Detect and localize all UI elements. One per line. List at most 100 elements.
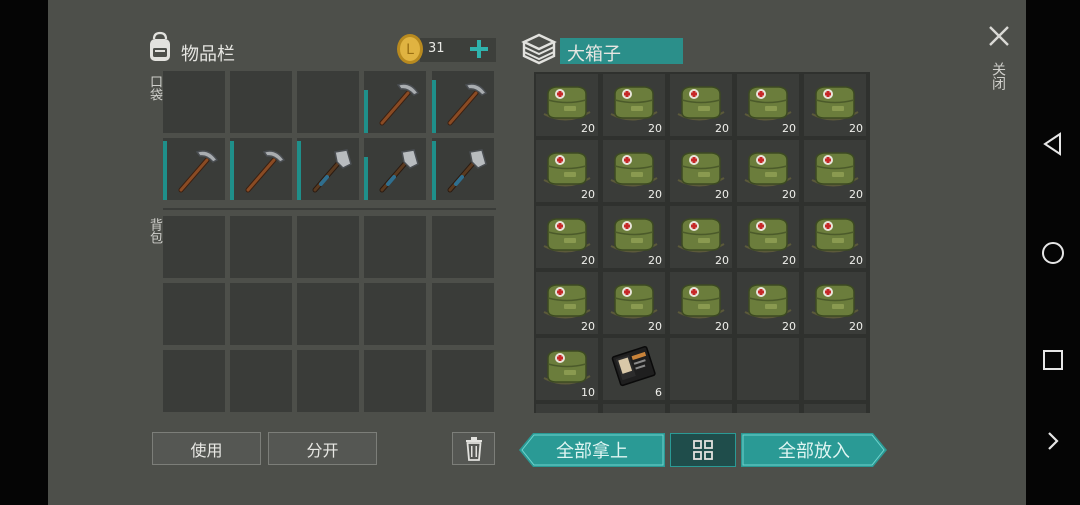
box-slot[interactable] xyxy=(603,404,665,413)
pocket-slot[interactable] xyxy=(364,71,426,133)
durability-bar xyxy=(230,141,234,200)
trash-button[interactable] xyxy=(452,432,495,465)
pocket-slot[interactable] xyxy=(230,71,292,133)
box-slot[interactable]: 20 xyxy=(804,272,866,334)
stack-count: 10 xyxy=(581,386,595,399)
box-slot[interactable]: 20 xyxy=(737,272,799,334)
stack-count: 20 xyxy=(715,254,729,267)
recent-square-icon[interactable] xyxy=(1042,349,1064,371)
box-slot[interactable] xyxy=(737,404,799,413)
box-slot[interactable]: 20 xyxy=(670,74,732,136)
box-slot[interactable]: 10 xyxy=(536,338,598,400)
sort-icon xyxy=(692,439,714,461)
box-slot[interactable]: 20 xyxy=(737,140,799,202)
hatchet-icon xyxy=(436,142,492,198)
stack-count: 20 xyxy=(782,254,796,267)
backpack-slot[interactable] xyxy=(364,216,426,278)
backpack-slot[interactable] xyxy=(432,216,494,278)
pocket-slot[interactable] xyxy=(230,138,292,200)
box-slot[interactable]: 20 xyxy=(670,206,732,268)
pocket-slot[interactable] xyxy=(364,138,426,200)
chevron-right-icon[interactable] xyxy=(1045,430,1061,452)
box-slot[interactable]: 20 xyxy=(536,140,598,202)
home-circle-icon[interactable] xyxy=(1041,241,1065,265)
box-slot[interactable]: 20 xyxy=(536,272,598,334)
backpack-slot[interactable] xyxy=(364,350,426,412)
stack-count: 20 xyxy=(849,122,863,135)
stack-count: 20 xyxy=(648,254,662,267)
backpack-slot[interactable] xyxy=(364,283,426,345)
medkit-icon xyxy=(674,276,728,326)
stack-count: 20 xyxy=(648,188,662,201)
backpack-slot[interactable] xyxy=(163,350,225,412)
pocket-slot[interactable] xyxy=(432,71,494,133)
backpack-slot[interactable] xyxy=(297,216,359,278)
medkit-icon xyxy=(607,276,661,326)
box-slot[interactable]: 20 xyxy=(603,140,665,202)
box-slot[interactable]: 20 xyxy=(536,206,598,268)
stack-count: 20 xyxy=(849,320,863,333)
box-slot[interactable]: 20 xyxy=(536,74,598,136)
box-slot[interactable]: 20 xyxy=(804,206,866,268)
backpack-slot[interactable] xyxy=(432,283,494,345)
box-slot[interactable]: 20 xyxy=(670,140,732,202)
medkit-icon xyxy=(741,210,795,260)
stack-count: 20 xyxy=(648,122,662,135)
medkit-icon xyxy=(808,78,862,128)
backpack-slot[interactable] xyxy=(230,350,292,412)
backpack-slot[interactable] xyxy=(297,350,359,412)
sort-button[interactable] xyxy=(670,433,736,467)
backpack-slot[interactable] xyxy=(297,283,359,345)
medkit-icon xyxy=(808,210,862,260)
split-button[interactable]: 分开 xyxy=(268,432,377,465)
use-button[interactable]: 使用 xyxy=(152,432,261,465)
box-slot[interactable] xyxy=(536,404,598,413)
medkit-icon xyxy=(808,144,862,194)
plus-icon[interactable] xyxy=(468,37,490,61)
close-icon xyxy=(987,24,1011,48)
box-slot[interactable]: 20 xyxy=(603,74,665,136)
backpack-slot[interactable] xyxy=(230,283,292,345)
put-all-label: 全部放入 xyxy=(778,441,850,462)
put-all-button[interactable]: 全部放入 xyxy=(741,433,887,467)
box-slot[interactable] xyxy=(670,404,732,413)
box-slot[interactable]: 20 xyxy=(670,272,732,334)
box-slot[interactable]: 20 xyxy=(603,206,665,268)
stack-count: 20 xyxy=(782,320,796,333)
backpack-label: 背包 xyxy=(147,218,162,244)
box-slot[interactable]: 20 xyxy=(737,74,799,136)
inventory-title: 物品栏 xyxy=(181,44,235,65)
box-slot[interactable] xyxy=(670,338,732,400)
backpack-slot[interactable] xyxy=(163,216,225,278)
medkit-icon xyxy=(674,144,728,194)
box-slot[interactable]: 20 xyxy=(603,272,665,334)
pocket-slot[interactable] xyxy=(297,138,359,200)
box-slot[interactable]: 6 xyxy=(603,338,665,400)
backpack-slot[interactable] xyxy=(230,216,292,278)
box-slot[interactable]: 20 xyxy=(737,206,799,268)
backpack-slot[interactable] xyxy=(432,350,494,412)
box-slot[interactable]: 20 xyxy=(804,140,866,202)
pocket-slot[interactable] xyxy=(163,138,225,200)
hatchet-icon xyxy=(368,142,424,198)
take-all-button[interactable]: 全部拿上 xyxy=(519,433,665,467)
box-slot[interactable] xyxy=(737,338,799,400)
backpack-slot[interactable] xyxy=(163,283,225,345)
back-triangle-icon[interactable] xyxy=(1042,132,1064,156)
pocket-slot[interactable] xyxy=(297,71,359,133)
pickaxe-icon xyxy=(368,75,424,131)
close-button[interactable]: 关闭 xyxy=(984,22,1014,102)
durability-bar xyxy=(432,141,436,200)
box-slot[interactable] xyxy=(804,338,866,400)
pocket-slot[interactable] xyxy=(432,138,494,200)
pocket-slot[interactable] xyxy=(163,71,225,133)
durability-bar xyxy=(432,80,436,133)
coin-count: 31 xyxy=(428,41,445,56)
stack-count: 6 xyxy=(655,386,662,399)
box-slot[interactable]: 20 xyxy=(804,74,866,136)
left-black-bar xyxy=(0,0,48,505)
medkit-icon xyxy=(741,78,795,128)
box-slot[interactable] xyxy=(804,404,866,413)
stack-count: 20 xyxy=(782,188,796,201)
svg-text:L: L xyxy=(406,42,414,58)
